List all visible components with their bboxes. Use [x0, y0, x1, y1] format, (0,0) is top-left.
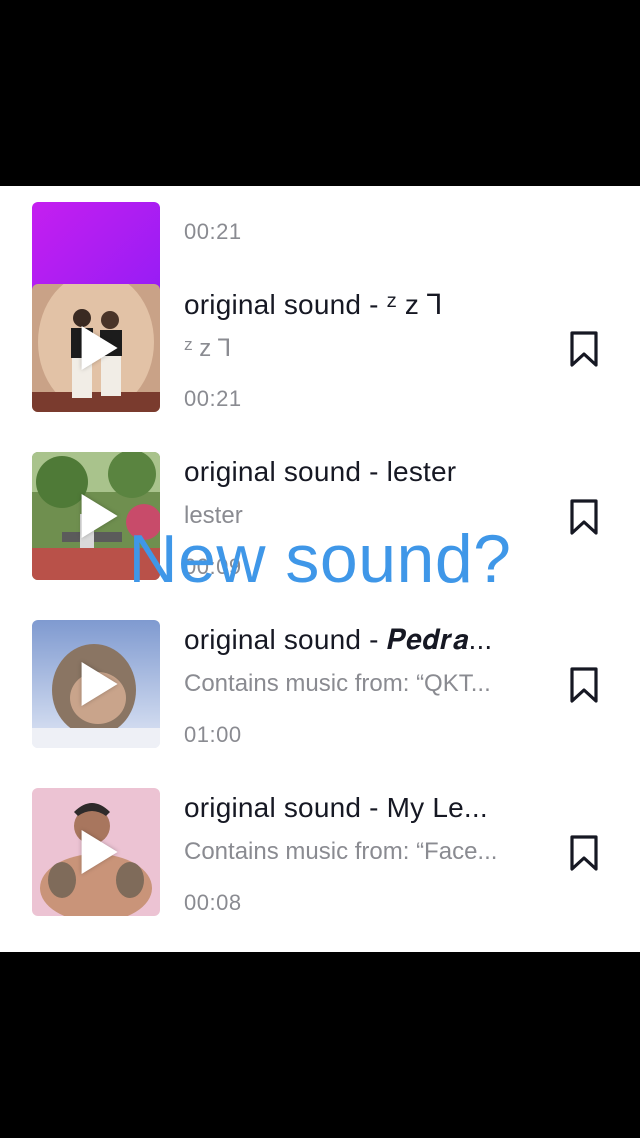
letterbox-bottom	[0, 952, 640, 1138]
sound-title: original sound - 𝑷𝒆𝒅𝒓𝒂...	[184, 624, 493, 655]
sound-author: Contains music from: “Face...	[184, 838, 498, 865]
sound-author: Contains music from: “QKT...	[184, 670, 491, 697]
sound-title: original sound - My Le...	[184, 792, 488, 823]
list-item[interactable]: original sound - ᶻ z ꓶ ᶻ z ꓶ 00:21	[0, 270, 640, 438]
list-item[interactable]: 00:21	[0, 186, 640, 330]
bookmark-icon[interactable]	[568, 834, 600, 872]
sound-thumbnail[interactable]	[32, 284, 160, 412]
sound-title: original sound - ᶻ z ꓶ	[184, 289, 443, 320]
letterbox-top	[0, 0, 640, 186]
list-item[interactable]: original sound - 𝑷𝒆𝒅𝒓𝒂... Contains music…	[0, 606, 640, 774]
sound-duration: 01:00	[184, 722, 242, 747]
sound-duration: 00:21	[184, 386, 242, 411]
sound-title: original sound - lester	[184, 456, 457, 487]
sound-duration: 00:08	[184, 890, 242, 915]
sound-author: ᶻ z ꓶ	[184, 335, 232, 362]
sound-duration: 00:21	[184, 219, 242, 244]
play-icon	[81, 830, 118, 874]
play-icon	[81, 326, 118, 370]
bookmark-icon[interactable]	[568, 666, 600, 704]
bookmark-icon[interactable]	[568, 330, 600, 368]
list-item[interactable]: original sound - My Le... Contains music…	[0, 774, 640, 942]
sound-thumbnail[interactable]	[32, 788, 160, 916]
play-icon	[81, 662, 118, 706]
overlay-caption: New sound?	[128, 521, 512, 597]
sound-thumbnail[interactable]	[32, 620, 160, 748]
